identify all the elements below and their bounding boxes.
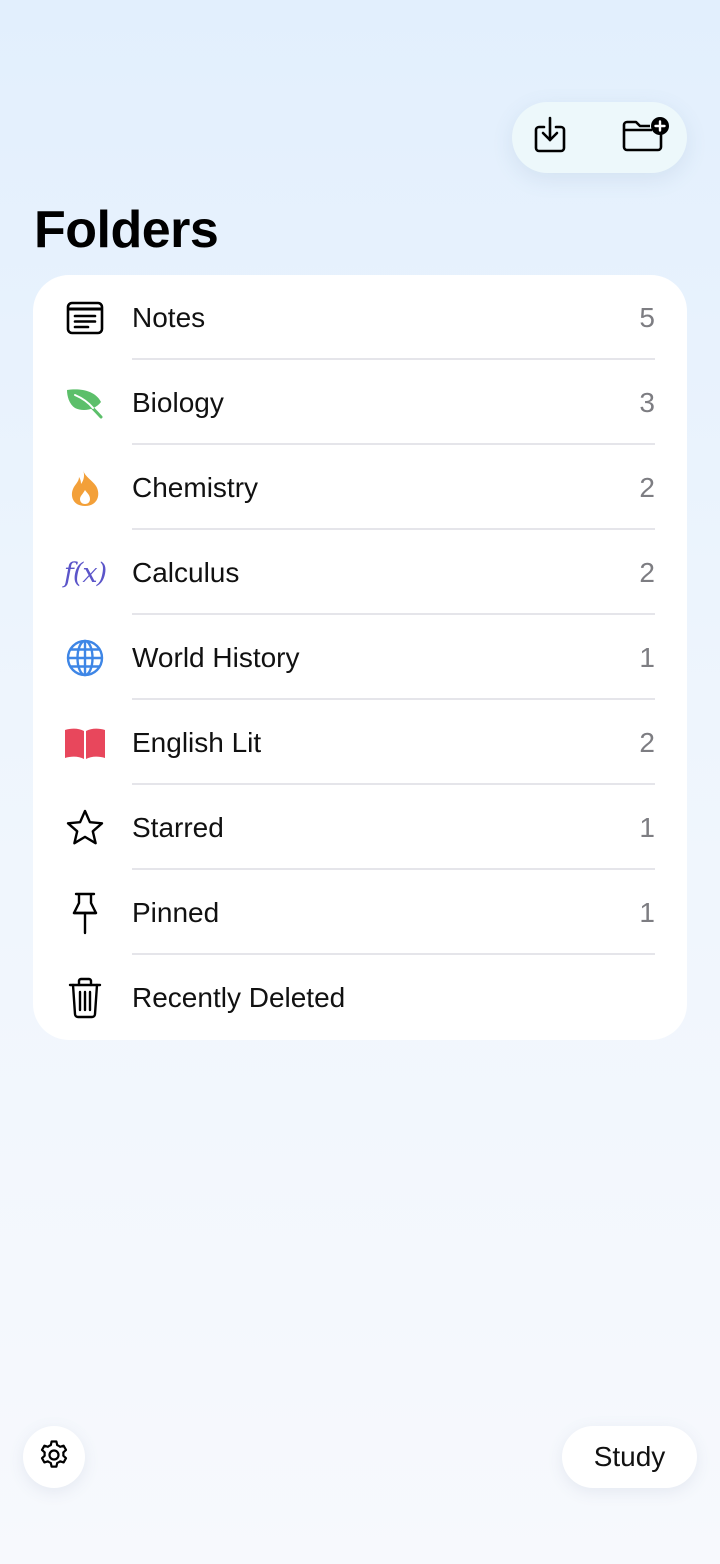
folder-row-pinned[interactable]: Pinned 1 — [33, 870, 687, 955]
folder-row-chemistry[interactable]: Chemistry 2 — [33, 445, 687, 530]
folder-label: Chemistry — [132, 472, 259, 503]
folder-count: 2 — [639, 557, 655, 588]
folder-label: Starred — [132, 812, 224, 843]
folder-count: 3 — [639, 387, 655, 418]
folder-row-biology[interactable]: Biology 3 — [33, 360, 687, 445]
top-toolbar — [512, 102, 687, 173]
folder-label: Pinned — [132, 897, 220, 928]
folder-count: 2 — [639, 727, 655, 758]
folder-label: Calculus — [132, 557, 240, 588]
star-icon — [61, 806, 109, 850]
function-icon: f(x) — [63, 557, 107, 589]
trash-icon — [61, 976, 109, 1020]
folder-label: World History — [132, 642, 300, 673]
page-title: Folders — [34, 201, 219, 259]
leaf-icon — [61, 381, 109, 425]
globe-icon — [61, 636, 109, 680]
study-button[interactable]: Study — [562, 1426, 697, 1488]
folder-row-english-lit[interactable]: English Lit 2 — [33, 700, 687, 785]
folder-count: 2 — [639, 472, 655, 503]
flame-icon — [61, 466, 109, 510]
folder-row-notes[interactable]: Notes 5 — [33, 275, 687, 360]
folder-label: Recently Deleted — [132, 982, 346, 1013]
folder-row-world-history[interactable]: World History 1 — [33, 615, 687, 700]
folder-label: Notes — [132, 302, 206, 333]
note-text-icon — [61, 296, 109, 340]
gear-icon — [38, 1439, 70, 1476]
pin-icon — [61, 891, 109, 935]
book-icon — [61, 721, 109, 765]
folder-plus-icon — [620, 116, 672, 159]
folder-label: Biology — [132, 387, 224, 418]
folder-row-starred[interactable]: Starred 1 — [33, 785, 687, 870]
import-button[interactable] — [514, 102, 586, 173]
folder-row-recently-deleted[interactable]: Recently Deleted — [33, 955, 687, 1040]
folder-row-calculus[interactable]: f(x) Calculus 2 — [33, 530, 687, 615]
folder-count: 5 — [639, 302, 655, 333]
new-folder-button[interactable] — [610, 102, 682, 173]
settings-button[interactable] — [23, 1426, 85, 1488]
folder-list: Notes 5 Biology 3 Chemistry 2 f(x) Calcu… — [33, 275, 687, 1040]
folder-count: 1 — [639, 897, 655, 928]
folder-count: 1 — [639, 812, 655, 843]
tray-arrow-down-icon — [531, 115, 569, 160]
folder-label: English Lit — [132, 727, 262, 758]
folder-count: 1 — [639, 642, 655, 673]
